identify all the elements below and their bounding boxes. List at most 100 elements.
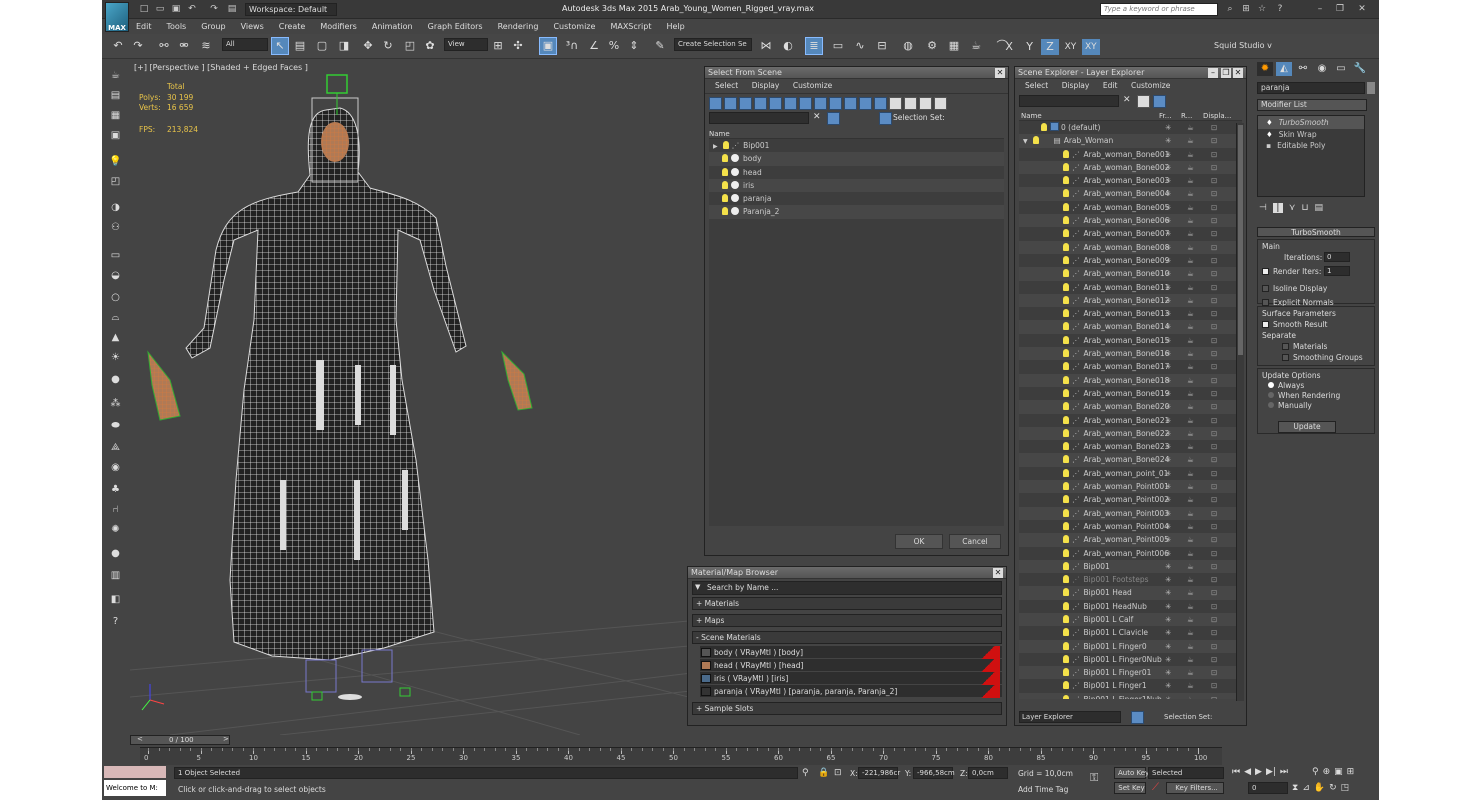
angle-snap-icon[interactable]: ∠ <box>586 38 602 54</box>
freeze-icon[interactable]: ✳ <box>1165 586 1171 599</box>
modify-tab-icon[interactable]: ◭ <box>1276 62 1292 76</box>
bulb-icon[interactable] <box>1063 335 1069 344</box>
redo-icon[interactable]: ↷ <box>208 3 220 15</box>
render-icon[interactable]: ☕ <box>1187 347 1194 360</box>
list-item[interactable]: body <box>709 152 1004 166</box>
display-icon[interactable]: ⊡ <box>1211 613 1217 626</box>
render-icon[interactable]: ☕ <box>1187 320 1194 333</box>
set-key-button[interactable]: Set Key <box>1114 782 1146 794</box>
render-icon[interactable]: ☕ <box>1187 640 1194 653</box>
menu-graph-editors[interactable]: Graph Editors <box>428 20 483 34</box>
axis-xy-button[interactable]: XY <box>1061 39 1079 55</box>
display-tab-icon[interactable]: ▭ <box>1333 62 1349 76</box>
bulb-icon[interactable] <box>1063 242 1069 251</box>
bulb-icon[interactable] <box>1063 601 1069 610</box>
filter-groups-icon[interactable] <box>799 97 812 110</box>
display-icon[interactable]: ⊡ <box>1211 507 1217 520</box>
bulb-icon[interactable] <box>1063 402 1069 411</box>
column-display[interactable]: Displa... <box>1203 111 1231 121</box>
box-icon[interactable]: ▭ <box>108 248 123 263</box>
zoom-extents-icon[interactable]: ▣ <box>1334 767 1343 777</box>
table-row[interactable]: ⋰ Arab_woman_Bone006 ✳ ☕ ⊡ <box>1019 214 1242 228</box>
freeze-icon[interactable]: ✳ <box>1165 414 1171 427</box>
material-item[interactable]: iris ( VRayMtl ) [iris] <box>700 672 1002 685</box>
freeze-icon[interactable]: ✳ <box>1165 281 1171 294</box>
bulb-icon[interactable] <box>1063 455 1069 464</box>
filter-hidden-icon[interactable] <box>874 97 887 110</box>
lock-selection-icon[interactable]: 🔒 <box>818 768 829 778</box>
undo-icon[interactable]: ↶ <box>110 38 126 54</box>
display-icon[interactable]: ⊡ <box>1211 520 1217 533</box>
stack-item-editable-poly[interactable]: ▪ Editable Poly <box>1258 140 1364 151</box>
render-icon[interactable]: ☕ <box>1187 453 1194 466</box>
menu-select[interactable]: Select <box>1025 81 1048 90</box>
render-icon[interactable]: ☕ <box>1187 241 1194 254</box>
bulb-icon[interactable] <box>722 167 728 176</box>
ribbon-icon[interactable]: ▭ <box>830 38 846 54</box>
camera-icon[interactable]: ⚇ <box>108 220 123 235</box>
display-icon[interactable]: ⊡ <box>1211 573 1217 586</box>
sphere-icon[interactable]: ◑ <box>108 200 123 215</box>
freeze-icon[interactable]: ✳ <box>1165 134 1171 147</box>
bulb-icon[interactable] <box>1063 548 1069 557</box>
select-by-name-icon[interactable]: ▤ <box>292 38 308 54</box>
ball-icon[interactable]: ● <box>108 546 123 561</box>
render-icon[interactable]: ☕ <box>1187 387 1194 400</box>
filter-geometry-icon[interactable] <box>709 97 722 110</box>
isolate-icon[interactable]: ⚲ <box>802 768 809 778</box>
table-row[interactable]: ⋰ Bip001 Footsteps ✳ ☕ ⊡ <box>1019 573 1242 586</box>
subscription-icon[interactable]: ⊞ <box>1240 3 1252 15</box>
y-coord-field[interactable]: -966,58cm <box>913 767 955 779</box>
explorer-type-dropdown[interactable]: Layer Explorer <box>1019 711 1121 723</box>
menu-display[interactable]: Display <box>752 81 780 90</box>
dropdown-arrow-icon[interactable]: ▼ <box>695 583 700 591</box>
bulb-icon[interactable] <box>1063 216 1069 225</box>
table-row[interactable]: ⋰ Arab_woman_Bone014 ✳ ☕ ⊡ <box>1019 320 1242 334</box>
render-icon[interactable]: ☕ <box>1187 307 1194 320</box>
fov-icon[interactable]: ⊿ <box>1302 783 1310 793</box>
bulb-icon[interactable] <box>1063 442 1069 451</box>
favorites-icon[interactable]: ☆ <box>1256 3 1268 15</box>
bulb-icon[interactable] <box>1063 428 1069 437</box>
menu-help[interactable]: Help <box>667 20 685 34</box>
freeze-icon[interactable]: ✳ <box>1165 573 1171 586</box>
table-row[interactable]: ⋰ Arab_woman_Point003 ✳ ☕ ⊡ <box>1019 506 1242 520</box>
smooth-result-checkbox[interactable]: Smooth Result <box>1262 320 1370 329</box>
bulb-icon[interactable] <box>1063 628 1069 637</box>
display-icon[interactable]: ⊡ <box>1211 360 1217 373</box>
menu-create[interactable]: Create <box>279 20 306 34</box>
table-row[interactable]: ⋰ Arab_woman_Bone007 ✳ ☕ ⊡ <box>1019 227 1242 240</box>
render-icon[interactable]: ☕ <box>1187 267 1194 280</box>
menu-customize[interactable]: Customize <box>1131 81 1170 90</box>
bulb-icon[interactable]: ♦ <box>1266 130 1273 139</box>
render-icon[interactable]: ☕ <box>1187 227 1194 240</box>
select-none-icon[interactable] <box>904 97 917 110</box>
layer-explorer-icon[interactable] <box>1131 711 1144 724</box>
play-icon[interactable]: ▶ <box>1255 767 1262 777</box>
bulb-icon[interactable] <box>1063 521 1069 530</box>
sun-icon[interactable]: ☀ <box>108 350 123 365</box>
close-icon[interactable]: ✕ <box>995 68 1005 78</box>
squid-studio-label[interactable]: Squid Studio v <box>1214 41 1272 50</box>
collapse-icon[interactable]: ▼ <box>1023 138 1028 145</box>
restore-icon[interactable]: ❐ <box>1221 68 1231 78</box>
menu-rendering[interactable]: Rendering <box>498 20 539 34</box>
freeze-icon[interactable]: ✳ <box>1165 400 1171 413</box>
time-slider-next-icon[interactable]: > <box>223 735 229 743</box>
pyramid-icon[interactable]: ⟁ <box>108 440 123 455</box>
freeze-icon[interactable]: ✳ <box>1165 467 1171 480</box>
display-icon[interactable]: ⊡ <box>1211 414 1217 427</box>
table-row[interactable]: ⋰ Bip001 L Finger01 ✳ ☕ ⊡ <box>1019 666 1242 680</box>
material-item[interactable]: body ( VRayMtl ) [body] <box>700 646 1002 659</box>
teapot2-icon[interactable]: ⌓ <box>108 310 123 325</box>
bulb-icon[interactable] <box>1063 322 1069 331</box>
zoom-icon[interactable]: ⚲ <box>1312 767 1319 777</box>
category-maps[interactable]: + Maps <box>692 614 1002 627</box>
filter-funnel-icon[interactable] <box>934 97 947 110</box>
x-coord-field[interactable]: -221,986cr <box>858 767 900 779</box>
bulb-icon[interactable] <box>1063 149 1069 158</box>
bulb-icon[interactable] <box>1063 176 1069 185</box>
display-icon[interactable]: ⊡ <box>1211 400 1217 413</box>
bulb-icon[interactable] <box>1032 136 1039 145</box>
hierarchy-tab-icon[interactable]: ⚯ <box>1295 62 1311 76</box>
